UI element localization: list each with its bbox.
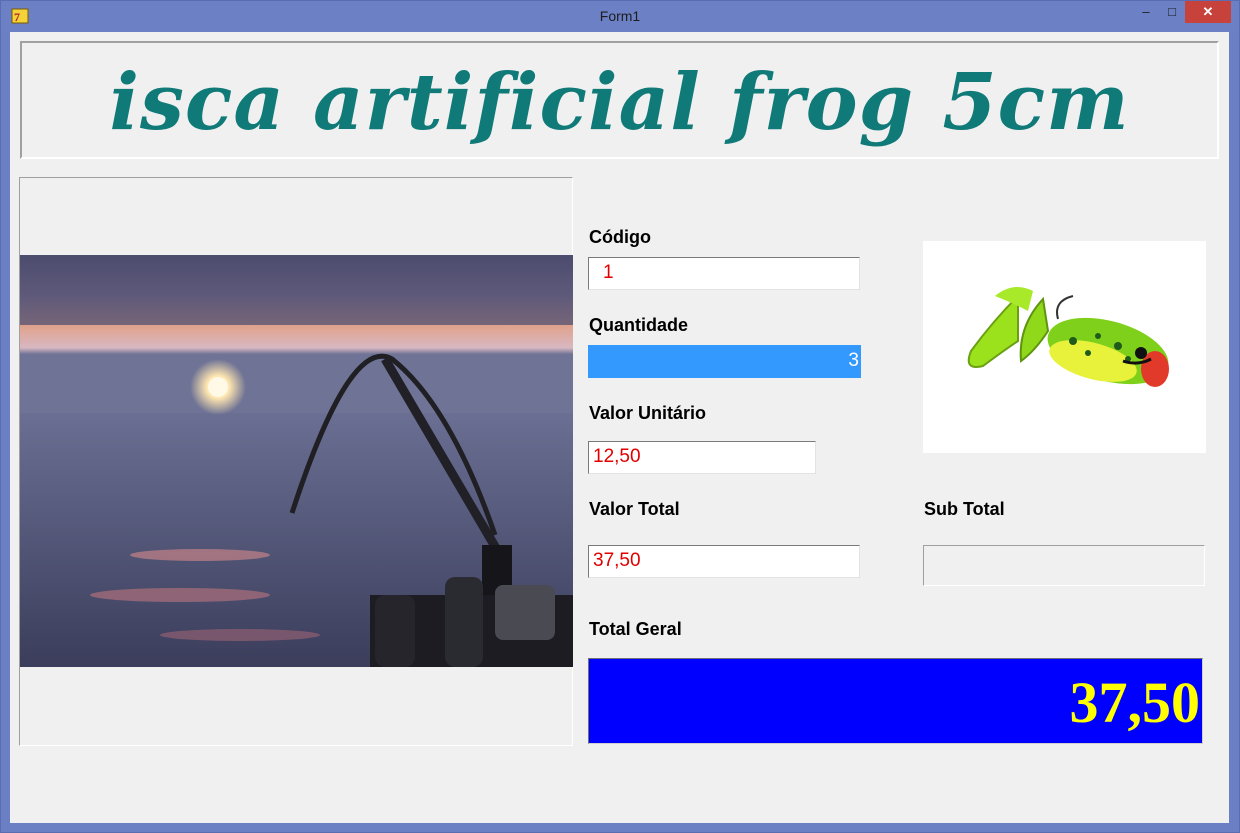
sub-total-field <box>923 545 1205 586</box>
title-bar[interactable]: 7 Form1 – □ ✕ <box>1 1 1239 31</box>
fishing-photo <box>20 255 573 667</box>
close-icon[interactable]: ✕ <box>1185 1 1231 23</box>
codigo-field[interactable]: 1 <box>588 257 860 290</box>
codigo-label: Código <box>589 227 651 247</box>
minimize-icon[interactable]: – <box>1133 1 1159 23</box>
sub-total-label: Sub Total <box>924 499 1005 519</box>
form-client-area: isca artificial frog 5cm Código 1 Quanti… <box>10 32 1229 823</box>
product-title: isca artificial frog 5cm <box>109 57 1130 148</box>
total-geral-display: 37,50 <box>588 658 1203 744</box>
total-geral-value: 37,50 <box>1069 670 1201 735</box>
frog-lure-image <box>923 241 1206 453</box>
product-banner: isca artificial frog 5cm <box>20 41 1219 159</box>
valor-unitario-field[interactable]: 12,50 <box>588 441 816 474</box>
maximize-icon[interactable]: □ <box>1159 1 1185 23</box>
quantidade-label: Quantidade <box>589 315 689 335</box>
main-window: 7 Form1 – □ ✕ isca artificial frog 5cm C… <box>0 0 1240 833</box>
window-title: Form1 <box>599 8 641 24</box>
valor-total-label: Valor Total <box>589 499 680 519</box>
valor-unitario-label: Valor Unitário <box>589 403 707 423</box>
valor-total-field[interactable]: 37,50 <box>588 545 860 578</box>
fishing-photo-panel <box>19 177 573 746</box>
total-geral-label: Total Geral <box>589 619 682 639</box>
frog-lure-illustration <box>967 287 1169 387</box>
quantidade-field[interactable]: 3 <box>588 345 861 378</box>
